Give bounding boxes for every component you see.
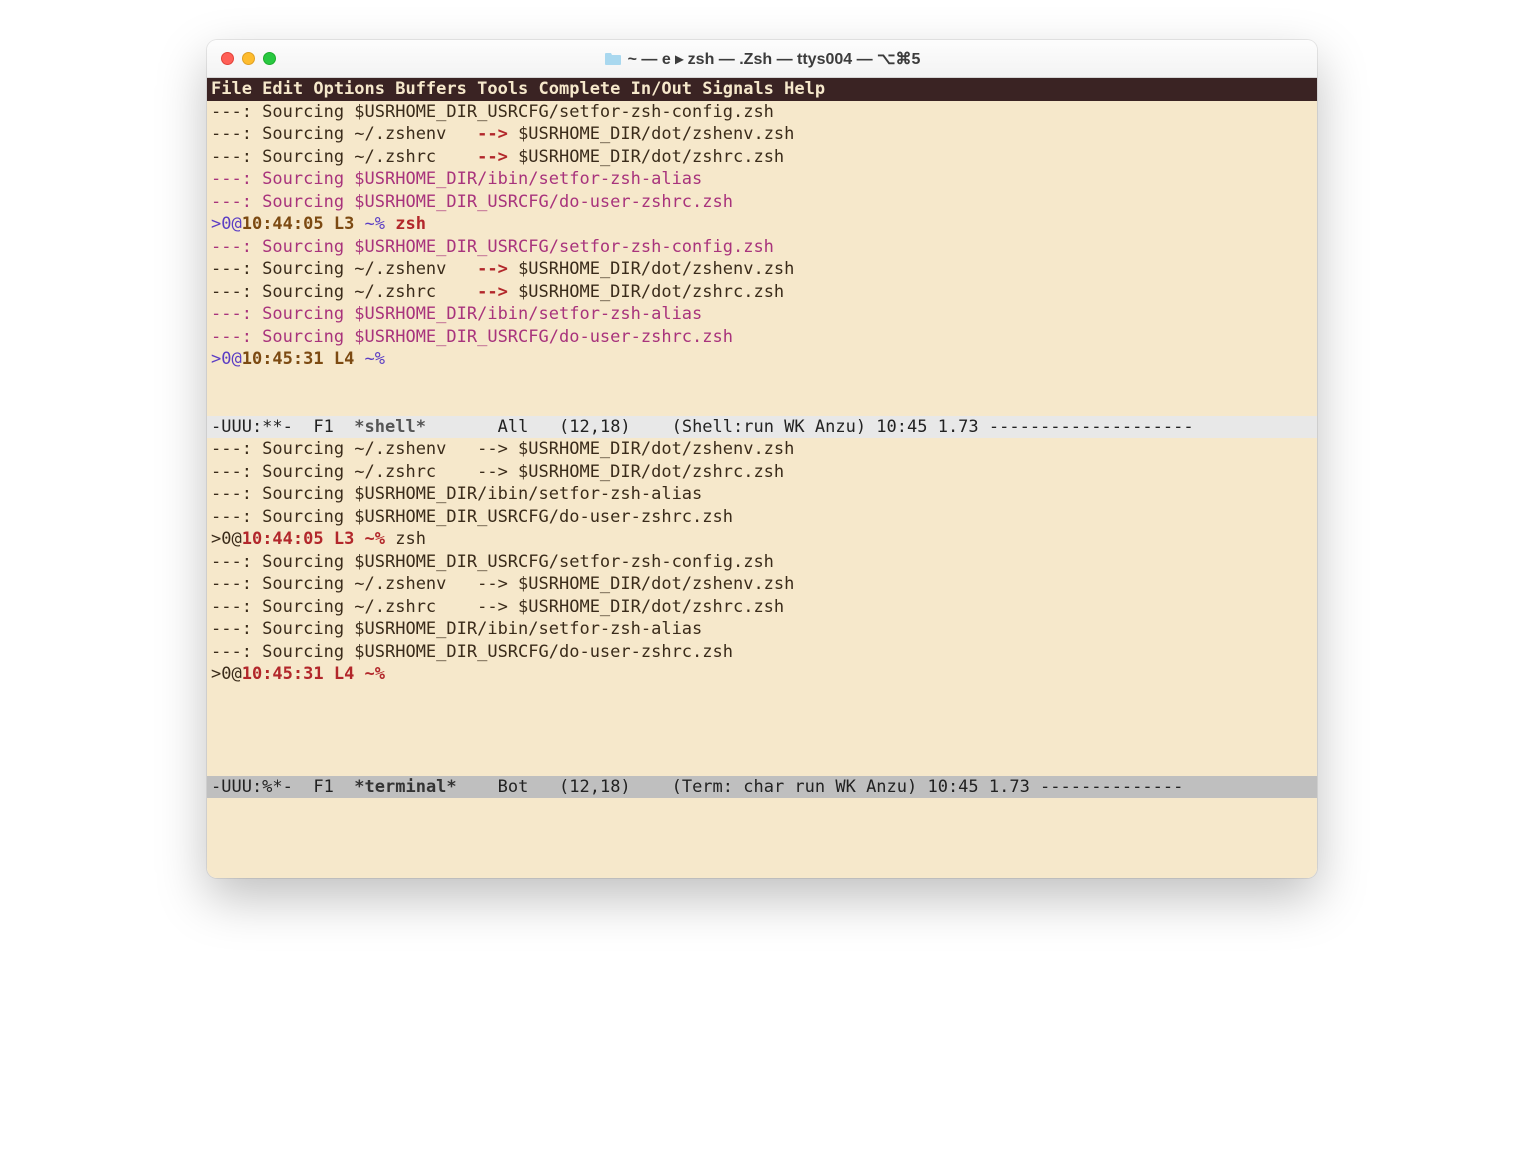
modeline-position: Bot (12,18) (Term: char run WK Anzu) 10:… — [498, 777, 1184, 797]
text-segment: ---: Sourcing ~/.zshenv --> $USRHOME_DIR… — [211, 439, 794, 459]
modeline-prefix: -UUU:**- F1 — [211, 417, 354, 437]
shell-pane[interactable]: ---: Sourcing $USRHOME_DIR_USRCFG/setfor… — [207, 101, 1317, 371]
text-segment: >0@ — [211, 214, 242, 234]
text-segment: 10:45:31 L4 ~% — [242, 664, 385, 684]
text-segment: >0@ — [211, 349, 242, 369]
text-segment: >0@ — [211, 664, 242, 684]
terminal-line: >0@10:44:05 L3 ~% zsh — [207, 213, 1317, 236]
text-segment: --> — [477, 124, 508, 144]
terminal-line: ---: Sourcing $USRHOME_DIR/ibin/setfor-z… — [207, 303, 1317, 326]
text-segment: ---: Sourcing ~/.zshenv --> $USRHOME_DIR… — [211, 574, 794, 594]
text-segment: $USRHOME_DIR/dot/zshenv.zsh — [508, 259, 795, 279]
text-segment: ---: Sourcing $USRHOME_DIR_USRCFG/setfor… — [211, 552, 774, 572]
terminal-line: ---: Sourcing $USRHOME_DIR_USRCFG/setfor… — [207, 236, 1317, 259]
text-segment: 10:44:05 L3 ~% — [242, 529, 385, 549]
text-segment: $USRHOME_DIR/dot/zshrc.zsh — [508, 282, 784, 302]
terminal-line: ---: Sourcing $USRHOME_DIR_USRCFG/do-use… — [207, 641, 1317, 664]
text-segment: ---: Sourcing ~/.zshenv — [211, 259, 477, 279]
terminal-line: >0@10:45:31 L4 ~% — [207, 348, 1317, 371]
terminal-pane[interactable]: ---: Sourcing ~/.zshenv --> $USRHOME_DIR… — [207, 438, 1317, 686]
close-button[interactable] — [221, 52, 234, 65]
zoom-button[interactable] — [263, 52, 276, 65]
terminal-line: ---: Sourcing ~/.zshrc --> $USRHOME_DIR/… — [207, 461, 1317, 484]
text-segment: zsh — [395, 214, 426, 234]
minimize-button[interactable] — [242, 52, 255, 65]
modeline-shell[interactable]: -UUU:**- F1 *shell* All (12,18) (Shell:r… — [207, 416, 1317, 439]
text-segment: >0@ — [211, 529, 242, 549]
modeline-terminal[interactable]: -UUU:%*- F1 *terminal* Bot (12,18) (Term… — [207, 776, 1317, 799]
text-segment: 10:45:31 L4 — [242, 349, 365, 369]
traffic-lights — [207, 52, 276, 65]
text-segment: zsh — [385, 529, 426, 549]
modeline-buffer-name: *shell* — [354, 417, 426, 437]
terminal-line: ---: Sourcing $USRHOME_DIR/ibin/setfor-z… — [207, 618, 1317, 641]
text-segment: $USRHOME_DIR/dot/zshenv.zsh — [508, 124, 795, 144]
text-segment: $USRHOME_DIR/dot/zshrc.zsh — [508, 147, 784, 167]
terminal-line: ---: Sourcing $USRHOME_DIR_USRCFG/do-use… — [207, 506, 1317, 529]
text-segment: ---: Sourcing $USRHOME_DIR_USRCFG/do-use… — [211, 507, 733, 527]
terminal-line: ---: Sourcing $USRHOME_DIR_USRCFG/do-use… — [207, 191, 1317, 214]
emacs-menubar[interactable]: File Edit Options Buffers Tools Complete… — [207, 78, 1317, 101]
title-container: ~ — e ▸ zsh — .Zsh — ttys004 — ⌥⌘5 — [207, 49, 1317, 69]
text-segment: ---: Sourcing $USRHOME_DIR_USRCFG/setfor… — [211, 102, 774, 122]
terminal-line: ---: Sourcing $USRHOME_DIR_USRCFG/setfor… — [207, 551, 1317, 574]
terminal-line: ---: Sourcing ~/.zshenv --> $USRHOME_DIR… — [207, 573, 1317, 596]
modeline-buffer-name: *terminal* — [354, 777, 456, 797]
text-segment: ---: Sourcing $USRHOME_DIR/ibin/setfor-z… — [211, 169, 702, 189]
text-segment: ---: Sourcing $USRHOME_DIR_USRCFG/do-use… — [211, 642, 733, 662]
terminal-line: ---: Sourcing ~/.zshrc --> $USRHOME_DIR/… — [207, 146, 1317, 169]
terminal-line: ---: Sourcing ~/.zshrc --> $USRHOME_DIR/… — [207, 281, 1317, 304]
terminal-line: >0@10:45:31 L4 ~% — [207, 663, 1317, 686]
text-segment: --> — [477, 282, 508, 302]
terminal-line: ---: Sourcing $USRHOME_DIR/ibin/setfor-z… — [207, 168, 1317, 191]
text-segment: ---: Sourcing ~/.zshrc — [211, 282, 477, 302]
terminal-line: ---: Sourcing ~/.zshrc --> $USRHOME_DIR/… — [207, 596, 1317, 619]
text-segment: ---: Sourcing $USRHOME_DIR/ibin/setfor-z… — [211, 304, 702, 324]
text-segment: ---: Sourcing $USRHOME_DIR/ibin/setfor-z… — [211, 619, 702, 639]
terminal-line: ---: Sourcing $USRHOME_DIR_USRCFG/setfor… — [207, 101, 1317, 124]
text-segment: ---: Sourcing ~/.zshenv — [211, 124, 477, 144]
text-segment: ~% — [365, 214, 396, 234]
text-segment: ---: Sourcing $USRHOME_DIR_USRCFG/setfor… — [211, 237, 774, 257]
modeline-prefix: -UUU:%*- F1 — [211, 777, 354, 797]
text-segment: 10:44:05 L3 — [242, 214, 365, 234]
text-segment: ~% — [365, 349, 385, 369]
terminal-window: ~ — e ▸ zsh — .Zsh — ttys004 — ⌥⌘5 File … — [207, 40, 1317, 878]
window-title: ~ — e ▸ zsh — .Zsh — ttys004 — ⌥⌘5 — [628, 49, 921, 69]
text-segment: ---: Sourcing $USRHOME_DIR/ibin/setfor-z… — [211, 484, 702, 504]
terminal-line: ---: Sourcing ~/.zshenv --> $USRHOME_DIR… — [207, 258, 1317, 281]
terminal-body[interactable]: File Edit Options Buffers Tools Complete… — [207, 78, 1317, 878]
modeline-position: All (12,18) (Shell:run WK Anzu) 10:45 1.… — [498, 417, 1194, 437]
terminal-line: ---: Sourcing ~/.zshenv --> $USRHOME_DIR… — [207, 123, 1317, 146]
text-segment: ---: Sourcing $USRHOME_DIR_USRCFG/do-use… — [211, 192, 733, 212]
text-segment: --> — [477, 259, 508, 279]
terminal-line: ---: Sourcing ~/.zshenv --> $USRHOME_DIR… — [207, 438, 1317, 461]
text-segment: --> — [477, 147, 508, 167]
folder-icon — [604, 52, 622, 66]
text-segment: ---: Sourcing ~/.zshrc --> $USRHOME_DIR/… — [211, 462, 784, 482]
text-segment: ---: Sourcing $USRHOME_DIR_USRCFG/do-use… — [211, 327, 733, 347]
terminal-line: ---: Sourcing $USRHOME_DIR_USRCFG/do-use… — [207, 326, 1317, 349]
terminal-line: ---: Sourcing $USRHOME_DIR/ibin/setfor-z… — [207, 483, 1317, 506]
text-segment: ---: Sourcing ~/.zshrc — [211, 147, 477, 167]
text-segment: ---: Sourcing ~/.zshrc --> $USRHOME_DIR/… — [211, 597, 784, 617]
titlebar[interactable]: ~ — e ▸ zsh — .Zsh — ttys004 — ⌥⌘5 — [207, 40, 1317, 78]
terminal-line: >0@10:44:05 L3 ~% zsh — [207, 528, 1317, 551]
